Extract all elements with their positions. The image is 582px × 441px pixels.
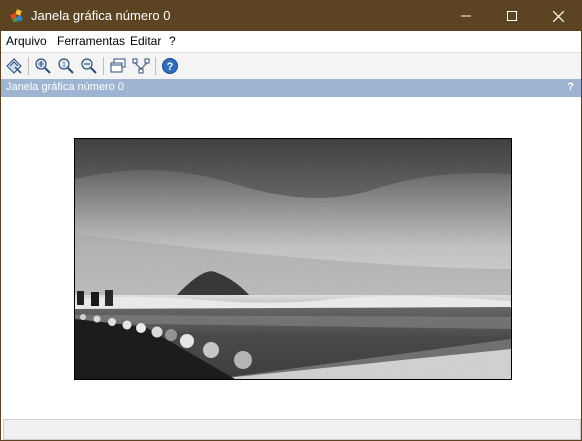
graphics-canvas[interactable] — [1, 97, 581, 419]
close-button[interactable] — [535, 1, 581, 31]
windows-icon — [110, 58, 126, 73]
network-icon — [132, 58, 150, 74]
window-title: Janela gráfica número 0 — [31, 8, 171, 23]
network-button[interactable] — [130, 55, 152, 77]
toolbar-separator — [103, 57, 104, 75]
title-bar[interactable]: Janela gráfica número 0 — [1, 1, 581, 31]
select-tool-icon — [6, 58, 22, 74]
view-help-button[interactable]: ? — [567, 81, 574, 93]
zoom-out-button[interactable] — [78, 55, 100, 77]
svg-text:1: 1 — [62, 62, 66, 69]
app-icon — [10, 9, 23, 22]
minimize-icon — [461, 15, 471, 17]
maximize-icon — [507, 11, 517, 21]
toolbar: 1 ? — [1, 52, 581, 80]
close-icon — [552, 10, 564, 22]
view-title: Janela gráfica número 0 — [6, 81, 125, 93]
svg-text:?: ? — [167, 61, 174, 73]
toolbar-separator — [28, 57, 29, 75]
app-window: Janela gráfica número 0 Arquivo Ferramen… — [0, 0, 582, 441]
help-button[interactable]: ? — [159, 55, 181, 77]
zoom-out-icon — [81, 58, 97, 74]
status-bar — [3, 419, 581, 440]
beach-photo — [75, 139, 511, 379]
menu-bar: Arquivo Ferramentas Editar ? — [1, 31, 581, 51]
minimize-button[interactable] — [443, 1, 489, 31]
toolbar-separator — [155, 57, 156, 75]
select-tool-button[interactable] — [3, 55, 25, 77]
zoom-in-icon — [35, 58, 51, 74]
menu-arquivo[interactable]: Arquivo — [6, 34, 47, 48]
view-header: Janela gráfica número 0 ? — [1, 79, 581, 97]
zoom-original-button[interactable]: 1 — [55, 55, 77, 77]
menu-ferramentas[interactable]: Ferramentas — [57, 34, 125, 48]
zoom-original-icon: 1 — [58, 58, 74, 74]
help-icon: ? — [162, 58, 178, 74]
menu-help[interactable]: ? — [169, 34, 176, 48]
windows-button[interactable] — [107, 55, 129, 77]
zoom-in-button[interactable] — [32, 55, 54, 77]
image-display — [74, 138, 512, 380]
maximize-button[interactable] — [489, 1, 535, 31]
menu-editar[interactable]: Editar — [130, 34, 161, 48]
